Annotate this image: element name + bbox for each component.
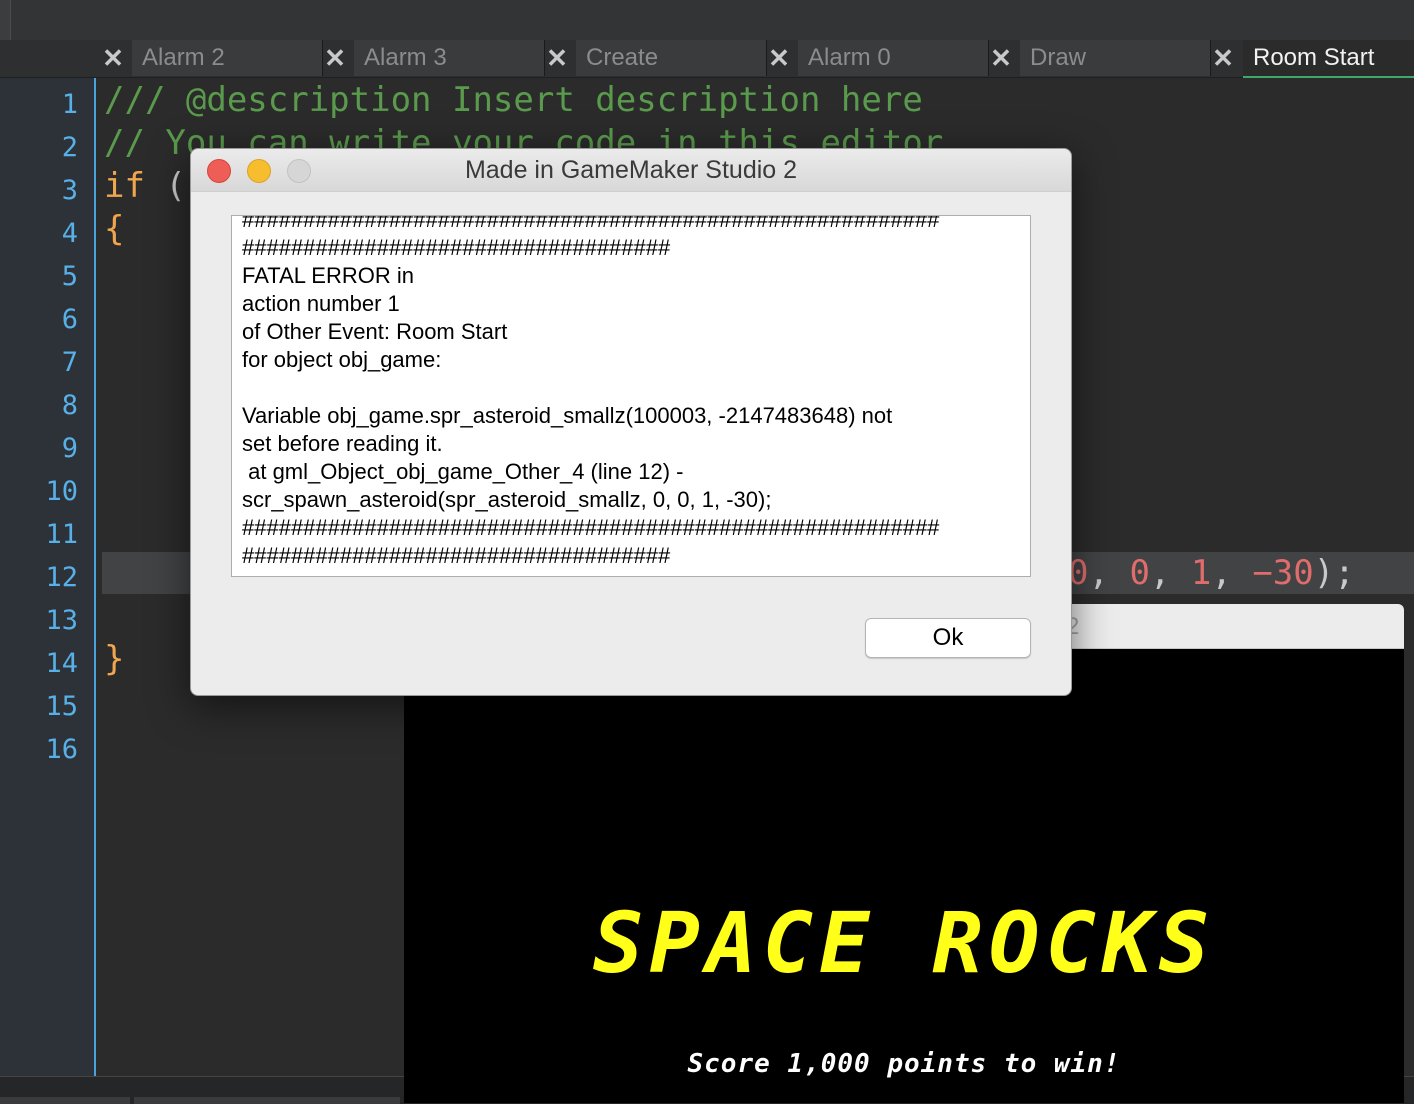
line-number: 3 <box>61 175 78 206</box>
error-line: for object obj_game: <box>242 347 442 372</box>
error-line: ########################################… <box>242 215 940 232</box>
tab-alarm-0[interactable]: Alarm 0 <box>798 40 989 76</box>
code-number: 1 <box>1190 553 1212 593</box>
tab-label: Alarm 0 <box>808 44 891 71</box>
tab-label: Alarm 2 <box>142 44 225 71</box>
tab-room-start[interactable]: Room Start <box>1243 40 1414 78</box>
line-number: 4 <box>61 218 78 249</box>
code-number: 0 <box>1129 553 1150 593</box>
error-line: at gml_Object_obj_game_Other_4 (line 12)… <box>242 459 684 484</box>
error-line: of Other Event: Room Start <box>242 319 508 344</box>
line-number: 11 <box>45 519 78 550</box>
close-tab-icon[interactable]: ✕ <box>100 44 126 72</box>
tab-label: Alarm 3 <box>364 44 447 71</box>
code-punct: ( <box>144 166 186 206</box>
line-number: 6 <box>61 304 78 335</box>
line-number: 15 <box>45 691 78 722</box>
error-line: FATAL ERROR in <box>242 263 414 288</box>
tab-label: Draw <box>1030 44 1087 71</box>
line-number-gutter: 1 2 3 4 5 6 7 8 9 10 11 12 13 14 15 16 <box>0 78 96 1076</box>
tab-label: Create <box>586 44 659 71</box>
dialog-titlebar[interactable]: Made in GameMaker Studio 2 <box>191 149 1071 192</box>
line-number: 8 <box>61 390 78 421</box>
error-line: set before reading it. <box>242 431 443 456</box>
ide-corner-tab[interactable] <box>0 0 11 40</box>
tab-draw[interactable]: Draw <box>1020 40 1211 76</box>
event-tab-bar: ✕ Alarm 2 ✕ Alarm 3 ✕ Create ✕ Alarm 0 ✕… <box>0 40 1414 78</box>
error-line: ################################### <box>242 543 671 568</box>
tab-alarm-3[interactable]: Alarm 3 <box>354 40 545 76</box>
error-line: action number 1 <box>242 291 400 316</box>
code-punct: ); <box>1313 553 1355 593</box>
line-number: 1 <box>61 89 78 120</box>
line-number: 7 <box>61 347 78 378</box>
line-number: 9 <box>61 433 78 464</box>
error-message-box[interactable]: ################################### #####… <box>231 215 1031 577</box>
code-punct: , <box>1211 553 1253 593</box>
error-line <box>242 374 939 402</box>
tab-alarm-2[interactable]: Alarm 2 <box>132 40 323 76</box>
close-tab-icon[interactable]: ✕ <box>1210 44 1236 72</box>
error-dialog: Made in GameMaker Studio 2 #############… <box>190 148 1072 696</box>
game-canvas[interactable]: SPACE ROCKS Score 1,000 points to win! <box>404 649 1404 1103</box>
error-line: Variable obj_game.spr_asteroid_smallz(10… <box>242 403 893 428</box>
close-tab-icon[interactable]: ✕ <box>766 44 792 72</box>
error-line: ################################### <box>242 235 671 260</box>
close-tab-icon[interactable]: ✕ <box>988 44 1014 72</box>
code-line-4: { <box>104 209 125 249</box>
keyword-if: if <box>104 166 145 206</box>
tab-label: Room Start <box>1253 44 1375 71</box>
line-number: 5 <box>61 261 78 292</box>
code-line-1: /// @description Insert description here <box>104 80 923 120</box>
ok-button[interactable]: Ok <box>865 618 1031 658</box>
code-line-3: if ( <box>104 165 186 208</box>
error-line: scr_spawn_asteroid(spr_asteroid_smallz, … <box>242 487 772 512</box>
line-number: 14 <box>45 648 78 679</box>
close-tab-icon[interactable]: ✕ <box>544 44 570 72</box>
game-title-text: SPACE ROCKS <box>592 894 1216 992</box>
ide-top-strip <box>0 0 1414 40</box>
error-line: ########################################… <box>242 515 940 540</box>
game-subtitle-text: Score 1,000 points to win! <box>687 1049 1121 1079</box>
code-line-12-fragment: 0, 0, 1, −30); <box>1068 552 1355 595</box>
code-punct: , <box>1088 553 1130 593</box>
close-tab-icon[interactable]: ✕ <box>322 44 348 72</box>
line-number: 12 <box>45 562 78 593</box>
code-number: −30 <box>1252 553 1314 593</box>
code-line-14: } <box>104 639 125 679</box>
line-number: 2 <box>61 132 78 163</box>
line-number: 16 <box>45 734 78 765</box>
tab-create[interactable]: Create <box>576 40 767 76</box>
dialog-title: Made in GameMaker Studio 2 <box>464 156 798 184</box>
error-message-text: ################################### #####… <box>242 215 940 570</box>
line-number: 13 <box>45 605 78 636</box>
code-punct: , <box>1149 553 1191 593</box>
line-number: 10 <box>45 476 78 507</box>
